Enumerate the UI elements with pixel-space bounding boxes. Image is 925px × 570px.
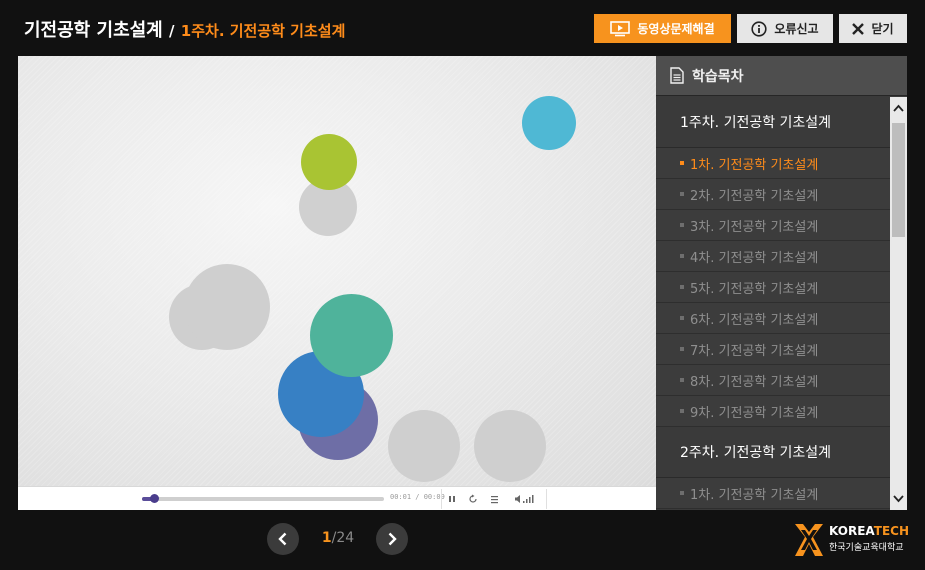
toc-lesson-label: 1차. 기전공학 기초설계 bbox=[690, 157, 819, 173]
koreatech-emblem-icon bbox=[795, 524, 823, 556]
bullet bbox=[680, 347, 684, 351]
bullet bbox=[680, 409, 684, 413]
bullet bbox=[680, 254, 684, 258]
volume-button[interactable] bbox=[513, 491, 537, 507]
decor-circle-gray bbox=[474, 410, 546, 482]
progress-bar[interactable] bbox=[142, 494, 384, 503]
progress-handle[interactable] bbox=[150, 494, 160, 503]
toc-list: 1주차. 기전공학 기초설계 1차. 기전공학 기초설계 2차. 기전공학 기초… bbox=[656, 97, 890, 510]
toc-header: 학습목차 bbox=[656, 56, 907, 96]
scroll-up-button[interactable] bbox=[890, 97, 907, 119]
next-page-button[interactable] bbox=[376, 523, 408, 555]
divider bbox=[546, 489, 547, 509]
report-error-button[interactable]: 오류신고 bbox=[737, 14, 833, 43]
logo-wordmark: KOREATECH bbox=[829, 524, 909, 538]
pause-button[interactable] bbox=[444, 491, 460, 507]
chevron-up-icon bbox=[893, 104, 904, 112]
video-screen-icon bbox=[610, 20, 631, 37]
toc-lesson-1-3[interactable]: 3차. 기전공학 기초설계 bbox=[656, 210, 890, 241]
logo-subtitle: 한국기술교육대학교 bbox=[829, 543, 904, 553]
video-player[interactable]: 00:01 / 00:09 bbox=[18, 56, 656, 510]
close-label: 닫기 bbox=[871, 22, 894, 36]
toc-lesson-label: 7차. 기전공학 기초설계 bbox=[690, 343, 819, 359]
menu-icon bbox=[490, 495, 498, 503]
toc-title: 학습목차 bbox=[692, 68, 744, 85]
close-icon bbox=[852, 22, 865, 35]
info-icon bbox=[751, 20, 768, 37]
toc-lesson-label: 6차. 기전공학 기초설계 bbox=[690, 312, 819, 328]
decor-circle-cyan bbox=[522, 96, 576, 150]
toc-lesson-label: 9차. 기전공학 기초설계 bbox=[690, 405, 819, 421]
close-button[interactable]: 닫기 bbox=[839, 14, 907, 43]
toc-lesson-1-9[interactable]: 9차. 기전공학 기초설계 bbox=[656, 396, 890, 427]
replay-button[interactable] bbox=[465, 491, 481, 507]
divider bbox=[441, 489, 442, 509]
toc-week-1[interactable]: 1주차. 기전공학 기초설계 bbox=[656, 97, 890, 148]
scroll-thumb[interactable] bbox=[892, 123, 905, 237]
toc-lesson-1-8[interactable]: 8차. 기전공학 기초설계 bbox=[656, 365, 890, 396]
table-of-contents-panel: 학습목차 1주차. 기전공학 기초설계 1차. 기전공학 기초설계 2차. 기전… bbox=[656, 56, 907, 510]
toc-lesson-1-7[interactable]: 7차. 기전공학 기초설계 bbox=[656, 334, 890, 365]
replay-icon bbox=[469, 494, 477, 503]
toc-lesson-2-1[interactable]: 1차. 기전공학 기초설계 bbox=[656, 478, 890, 509]
toc-lesson-label: 5차. 기전공학 기초설계 bbox=[690, 281, 819, 297]
toc-lesson-label: 4차. 기전공학 기초설계 bbox=[690, 250, 819, 266]
pause-icon bbox=[449, 496, 455, 502]
chevron-right-icon bbox=[388, 532, 397, 546]
total-pages: /24 bbox=[331, 530, 355, 546]
toc-lesson-1-1[interactable]: 1차. 기전공학 기초설계 bbox=[656, 148, 890, 179]
prev-page-button[interactable] bbox=[267, 523, 299, 555]
time-display: 00:01 / 00:09 bbox=[390, 493, 445, 501]
toc-lesson-1-2[interactable]: 2차. 기전공학 기초설계 bbox=[656, 179, 890, 210]
current-page: 1 bbox=[321, 530, 332, 546]
video-help-label: 동영상문제해결 bbox=[637, 22, 715, 36]
bullet bbox=[680, 223, 684, 227]
toc-lesson-1-6[interactable]: 6차. 기전공학 기초설계 bbox=[656, 303, 890, 334]
bullet bbox=[680, 192, 684, 196]
toc-lesson-label: 2차. 기전공학 기초설계 bbox=[690, 188, 819, 204]
toc-lesson-1-4[interactable]: 4차. 기전공학 기초설계 bbox=[656, 241, 890, 272]
report-error-label: 오류신고 bbox=[774, 22, 819, 36]
page-indicator: 1/24 bbox=[300, 530, 376, 546]
player-controls: 00:01 / 00:09 bbox=[18, 486, 656, 510]
menu-button[interactable] bbox=[486, 491, 502, 507]
bullet bbox=[680, 285, 684, 289]
course-title: 기전공학 기초설계 bbox=[24, 20, 163, 41]
toc-lesson-label: 8차. 기전공학 기초설계 bbox=[690, 374, 819, 390]
video-help-button[interactable]: 동영상문제해결 bbox=[594, 14, 731, 43]
chevron-down-icon bbox=[893, 495, 904, 503]
toc-lesson-label: 3차. 기전공학 기초설계 bbox=[690, 219, 819, 235]
toc-lesson-1-5[interactable]: 5차. 기전공학 기초설계 bbox=[656, 272, 890, 303]
scroll-down-button[interactable] bbox=[890, 488, 907, 510]
decor-circle-gray bbox=[184, 264, 270, 350]
bullet bbox=[680, 316, 684, 320]
header-bar: 기전공학 기초설계 / 1주차. 기전공학 기초설계 동영상문제해결 오류신고 bbox=[0, 0, 925, 56]
decor-circle-teal bbox=[310, 294, 393, 377]
title-separator: / bbox=[169, 22, 175, 40]
toc-week-2[interactable]: 2주차. 기전공학 기초설계 bbox=[656, 427, 890, 478]
volume-icon bbox=[515, 495, 534, 503]
koreatech-logo: KOREATECH 한국기술교육대학교 bbox=[793, 520, 909, 560]
logo-brand-left: KOREA bbox=[829, 524, 874, 538]
document-icon bbox=[670, 67, 684, 84]
video-stage[interactable] bbox=[18, 56, 656, 486]
lesson-title: 1주차. 기전공학 기초설계 bbox=[180, 22, 346, 40]
chevron-left-icon bbox=[278, 532, 287, 546]
logo-brand-right: TECH bbox=[873, 524, 909, 538]
bullet bbox=[680, 491, 684, 495]
bullet bbox=[680, 378, 684, 382]
toc-lesson-label: 1차. 기전공학 기초설계 bbox=[690, 487, 819, 503]
decor-circle-gray bbox=[388, 410, 460, 482]
toc-scrollbar[interactable] bbox=[890, 97, 907, 510]
page-title: 기전공학 기초설계 / 1주차. 기전공학 기초설계 bbox=[24, 16, 345, 42]
bullet bbox=[680, 161, 684, 165]
decor-circle-green bbox=[301, 134, 357, 190]
